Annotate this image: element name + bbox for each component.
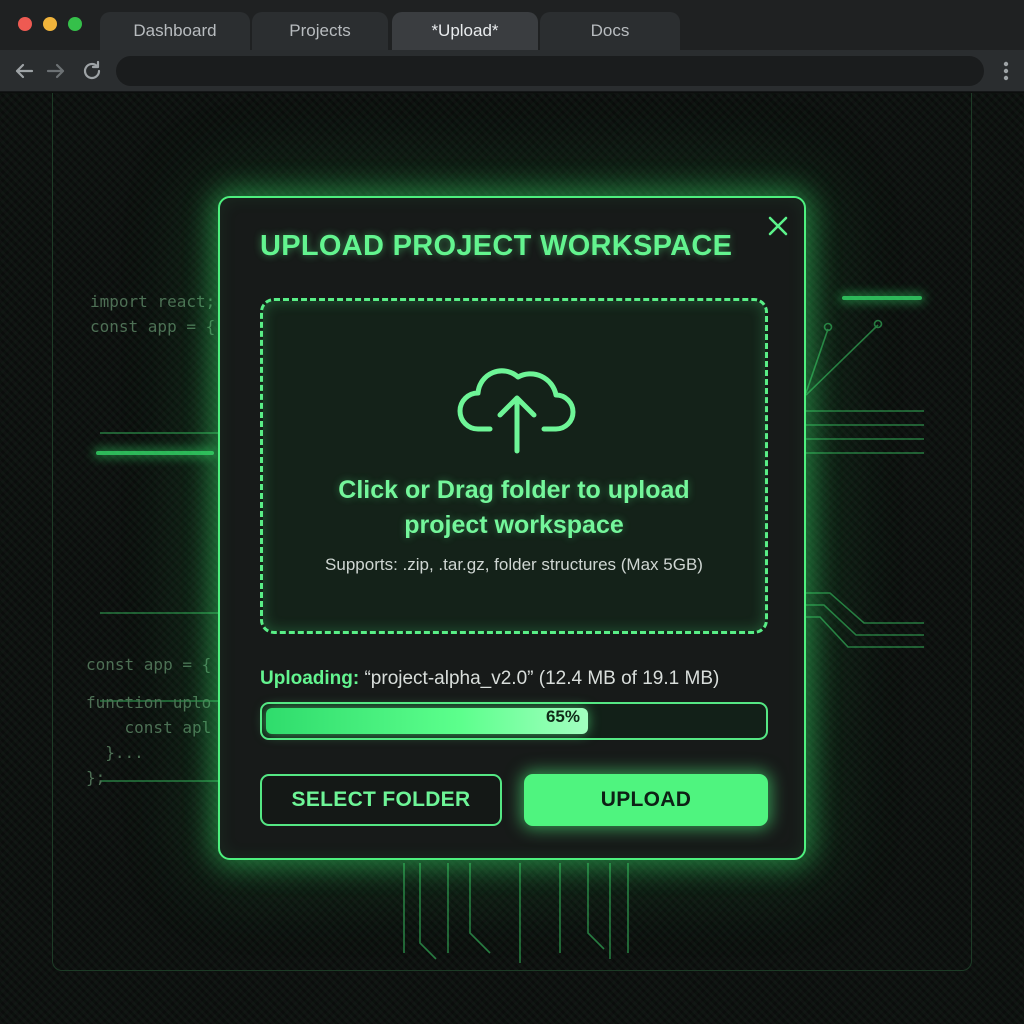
code-text: }... [86, 743, 144, 762]
code-text: const apl [86, 718, 212, 737]
dropzone[interactable]: Click or Drag folder to upload project w… [260, 298, 768, 634]
address-bar[interactable] [116, 56, 984, 86]
dropzone-title-line: Click or Drag folder to upload [338, 476, 690, 504]
code-text: const app = { [86, 655, 212, 674]
close-icon[interactable] [766, 214, 790, 238]
tab-label: *Upload* [431, 21, 499, 40]
tab-docs[interactable]: Docs [540, 12, 680, 50]
close-window-button[interactable] [18, 17, 32, 31]
tab-projects[interactable]: Projects [252, 12, 388, 50]
status-size: (12.4 MB of 19.1 MB) [538, 668, 720, 689]
reload-icon[interactable] [80, 59, 104, 83]
tab-label: Dashboard [133, 21, 217, 40]
dropzone-title: Click or Drag folder to upload project w… [263, 473, 765, 543]
upload-modal: UPLOAD PROJECT WORKSPACE Click or Drag f… [218, 196, 806, 860]
minimize-window-button[interactable] [43, 17, 57, 31]
dropzone-subtitle: Supports: .zip, .tar.gz, folder structur… [325, 555, 703, 574]
status-filename: “project-alpha_v2.0” [364, 668, 534, 689]
status-label: Uploading: [260, 668, 360, 689]
tab-label: Projects [289, 21, 351, 40]
code-text: }; [86, 768, 106, 787]
select-folder-button[interactable]: SELECT FOLDER [260, 774, 502, 826]
browser-toolbar [0, 50, 1024, 92]
progress-percent: 65% [545, 707, 580, 726]
arrow-right-icon[interactable] [44, 59, 68, 83]
modal-title: UPLOAD PROJECT WORKSPACE [260, 230, 733, 262]
progress-bar: 65% [260, 702, 768, 740]
upload-button[interactable]: UPLOAD [524, 774, 768, 826]
arrow-left-icon[interactable] [12, 59, 36, 83]
tab-dashboard[interactable]: Dashboard [100, 12, 250, 50]
tab-label: Docs [590, 21, 630, 40]
code-text: import react; [90, 292, 216, 311]
glow-accent [96, 451, 214, 455]
glow-accent [842, 296, 922, 300]
maximize-window-button[interactable] [68, 17, 82, 31]
browser-titlebar: Dashboard Projects *Upload* Docs [0, 0, 1024, 50]
kebab-menu-icon[interactable] [996, 59, 1016, 83]
tab-upload[interactable]: *Upload* [392, 12, 538, 50]
code-text: const app = { [90, 317, 216, 336]
cloud-upload-icon [457, 368, 576, 454]
dropzone-title-line: project workspace [404, 511, 624, 539]
upload-status: Uploading: “project-alpha_v2.0” (12.4 MB… [260, 668, 780, 690]
code-text: function uplo [86, 693, 212, 712]
